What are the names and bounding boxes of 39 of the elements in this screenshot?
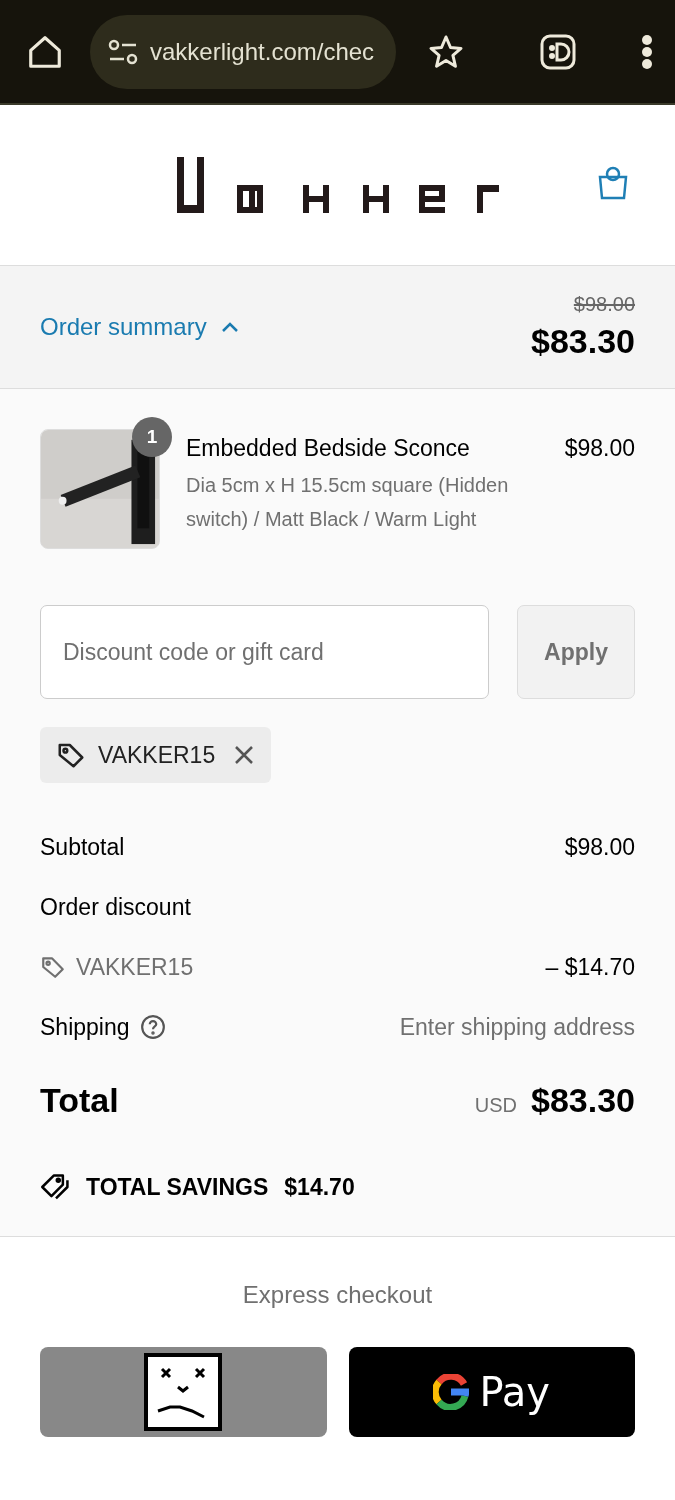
broken-image-icon <box>144 1353 223 1431</box>
original-price: $98.00 <box>573 293 635 316</box>
savings-amount: $14.70 <box>284 1173 355 1201</box>
discount-field[interactable]: Discount code or gift card <box>40 605 489 699</box>
discount-code: VAKKER15 <box>76 953 194 981</box>
shipping-label: Shipping <box>40 1013 130 1041</box>
payment-button[interactable] <box>40 1347 327 1437</box>
order-total: $83.30 <box>531 322 635 361</box>
shipping-value: Enter shipping address <box>399 1013 635 1041</box>
tags-icon <box>40 1172 72 1202</box>
discount-code: VAKKER15 <box>98 741 216 769</box>
product-name: Embedded Bedside Sconce <box>186 435 471 462</box>
apply-button[interactable]: Apply <box>517 605 635 699</box>
discount-label: Order discount <box>40 893 191 921</box>
currency-code: USD <box>474 1094 517 1117</box>
total-label: Total <box>40 1081 119 1120</box>
remove-icon[interactable] <box>233 744 256 766</box>
shopping-bag-icon[interactable] <box>597 165 629 201</box>
url-text: vakkerlight.com/chec <box>150 37 375 66</box>
order-summary-toggle[interactable]: Order summary <box>40 313 239 341</box>
star-icon[interactable] <box>428 33 464 70</box>
subtotal-value: $98.00 <box>564 833 635 861</box>
chevron-icon <box>220 321 239 333</box>
product-variant: Dia 5cm x H 15.5cm square (Hidden switch) / Matt Black / Warm Light <box>186 473 510 532</box>
address-bar[interactable]: vakkerlight.com/chec <box>90 14 396 89</box>
help-icon[interactable] <box>139 1014 166 1040</box>
subtotal-label: Subtotal <box>40 833 125 861</box>
savings-label: TOTAL SAVINGS <box>86 1173 269 1201</box>
tab-switcher-icon[interactable] <box>540 33 576 70</box>
menu-icon[interactable] <box>641 33 653 70</box>
discount-amount: – $14.70 <box>545 953 635 981</box>
site-settings-icon[interactable] <box>108 38 138 65</box>
tag-icon <box>40 954 66 980</box>
product-price: $98.00 <box>564 435 635 463</box>
quantity-badge: 1 <box>132 417 172 457</box>
total-value: $83.30 <box>531 1081 635 1120</box>
google-pay-button[interactable]: Pay <box>348 1347 635 1437</box>
g-logo-icon <box>433 1374 470 1410</box>
express-checkout-title: Express checkout <box>242 1281 433 1309</box>
